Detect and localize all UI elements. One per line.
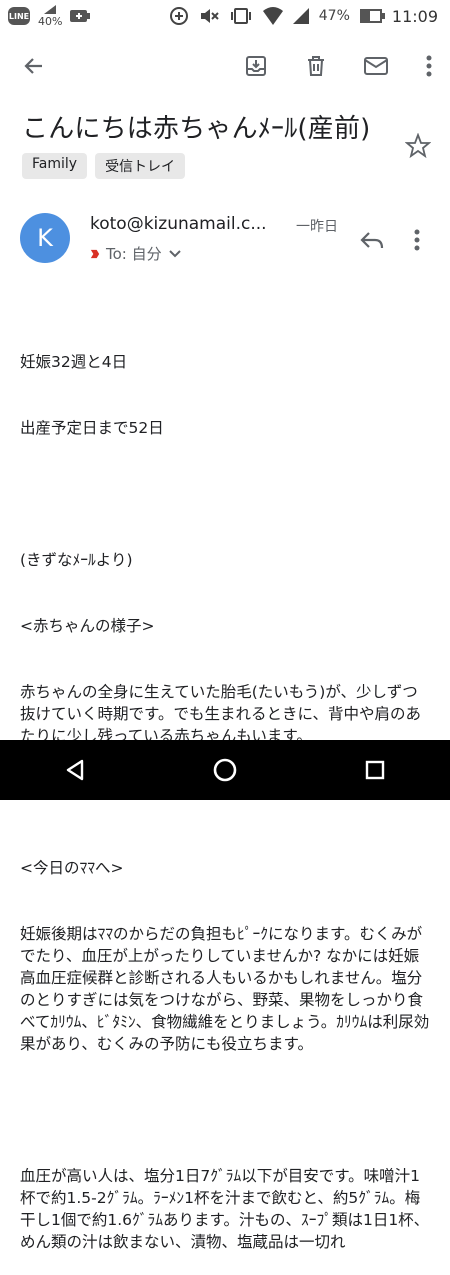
nav-back-button[interactable] <box>61 756 89 784</box>
more-vert-icon <box>426 55 432 77</box>
body-line <box>20 483 430 505</box>
nav-recents-button[interactable] <box>361 756 389 784</box>
nav-recents-icon <box>365 760 385 780</box>
body-line: 妊娠32週と4日 <box>20 353 128 371</box>
email-subject: こんにちは赤ちゃんﾒｰﾙ(産前) <box>22 114 371 144</box>
battery-percent: 47% <box>318 8 350 24</box>
cell-signal-icon <box>292 8 309 24</box>
label-list: Family 受信トレイ <box>22 153 186 179</box>
battery-plus-icon <box>70 10 91 22</box>
label-chip-family[interactable]: Family <box>22 153 88 179</box>
line-app-icon: LINE <box>8 7 30 25</box>
body-line <box>20 1099 430 1121</box>
archive-button[interactable] <box>242 52 270 80</box>
reply-icon <box>360 232 384 249</box>
sender-avatar[interactable]: K <box>20 213 70 263</box>
body-line: (きずなﾒｰﾙより) <box>20 551 133 569</box>
wifi-icon <box>262 7 283 25</box>
reply-button[interactable] <box>358 226 386 254</box>
nav-home-button[interactable] <box>211 756 239 784</box>
nav-home-icon <box>213 758 237 782</box>
clock: 11:09 <box>391 6 438 26</box>
data-saver-indicator: 40% <box>38 5 62 27</box>
arrow-back-icon <box>24 58 42 74</box>
nav-back-icon <box>66 759 84 781</box>
mark-unread-button[interactable] <box>362 52 390 80</box>
email-date: 一昨日 <box>296 219 338 235</box>
body-line: <今日のﾏﾏへ> <box>20 859 124 877</box>
back-button[interactable] <box>20 52 48 80</box>
body-paragraph: 妊娠後期はﾏﾏのからだの負担もﾋﾟｰｸになります。むくみがでたり、血圧が上がった… <box>20 925 430 1053</box>
chevron-down-icon <box>168 249 181 257</box>
vibrate-icon <box>230 8 251 24</box>
star-icon <box>405 133 431 159</box>
data-saver-value: 40% <box>38 15 63 28</box>
trash-icon <box>308 56 324 76</box>
signal-small-icon <box>44 5 57 14</box>
recipient-text: To: 自分 <box>106 245 162 263</box>
importance-marker-icon <box>90 249 100 258</box>
email-toolbar <box>0 40 450 92</box>
star-button[interactable] <box>404 132 432 160</box>
recipient-details-toggle[interactable]: To: 自分 <box>90 243 182 264</box>
archive-icon <box>246 56 266 76</box>
delete-button[interactable] <box>302 52 330 80</box>
body-line: 出産予定日まで52日 <box>20 419 164 437</box>
more-vert-icon <box>414 229 420 251</box>
more-options-button[interactable] <box>422 52 436 80</box>
body-paragraph: 血圧が高い人は、塩分1日7ｸﾞﾗﾑ以下が目安です。味噌汁1杯で約1.5-2ｸﾞﾗ… <box>20 1167 430 1251</box>
system-navigation-bar <box>0 740 450 800</box>
status-bar: LINE 40% 47% 11:09 <box>0 0 450 32</box>
label-chip-inbox[interactable]: 受信トレイ <box>95 153 186 179</box>
body-paragraph: 赤ちゃんの全身に生えていた胎毛(たいもう)が、少しずつ抜けていく時期です。でも生… <box>20 683 421 745</box>
sender-address[interactable]: koto@kizunamail.c... <box>90 214 286 234</box>
battery-icon <box>359 9 385 23</box>
mail-icon <box>364 57 388 75</box>
mute-icon <box>200 9 219 23</box>
body-line: <赤ちゃんの様子> <box>20 617 155 635</box>
add-circle-icon <box>169 7 188 25</box>
sender-more-button[interactable] <box>410 226 424 254</box>
